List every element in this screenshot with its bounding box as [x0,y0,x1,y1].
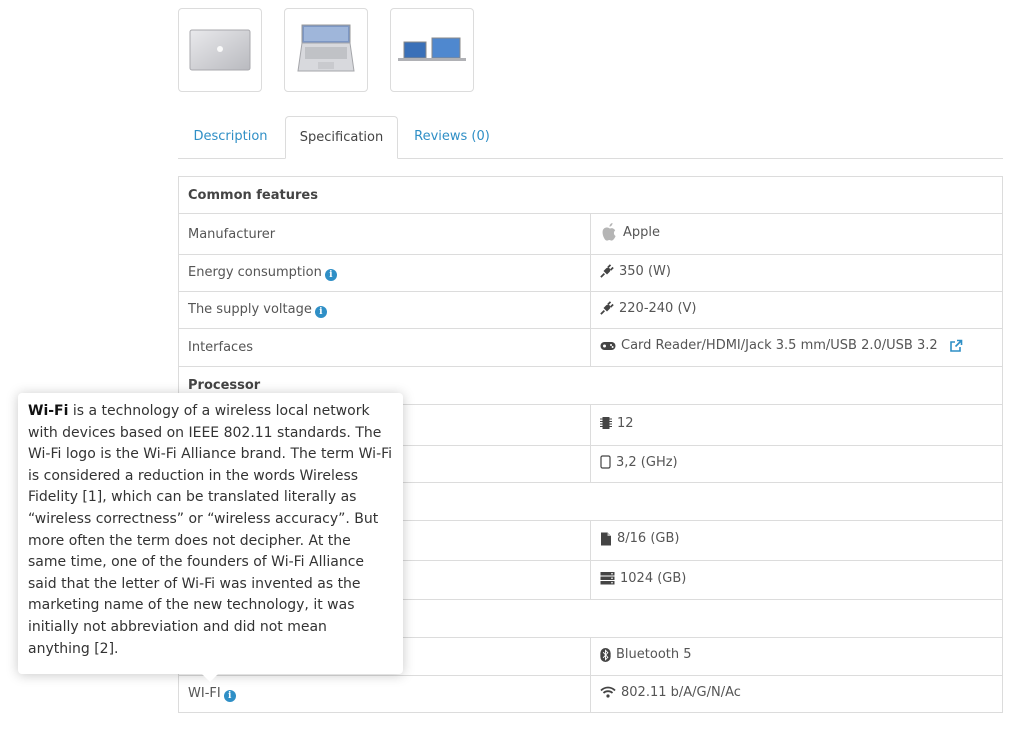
info-icon[interactable]: i [324,269,337,281]
group-title: Common features [178,176,1003,214]
spec-value-cell: 350 (W) [590,254,1003,292]
spec-value-cell: 8/16 (GB) [590,520,1003,561]
spec-value-cell: Apple [590,213,1003,255]
spec-value-cell: Card Reader/HDMI/Jack 3.5 mm/USB 2.0/USB… [590,328,1003,367]
wifi-info-tooltip: Wi-Fi is a technology of a wireless loca… [18,393,403,682]
spec-row-wifi: WI-FI i 802.11 b/A/G/N/Ac [178,675,1003,713]
tab-specification[interactable]: Specification [285,116,398,159]
spec-value-cell: 220-240 (V) [590,291,1003,329]
plug-icon [600,264,614,278]
product-tabs: Description Specification Reviews (0) [178,116,1003,159]
info-icon[interactable]: i [314,306,327,318]
laptop-open-image [297,24,355,72]
spec-name: Energy consumption [188,265,322,280]
thumbnail-laptop-lid[interactable] [178,8,262,92]
spec-row-interfaces: Interfaces Card Reader/HDMI/Jack 3.5 mm/… [178,328,1003,367]
spec-value: Card Reader/HDMI/Jack 3.5 mm/USB 2.0/USB… [621,338,938,354]
spec-value-cell: 12 [590,404,1003,446]
server-icon [600,572,615,585]
plug-icon [600,301,614,315]
spec-name: Interfaces [178,328,591,367]
spec-row-voltage: The supply voltage i 220-240 (V) [178,291,1003,329]
tab-description[interactable]: Description [178,116,283,159]
thumbnail-laptop-open[interactable] [284,8,368,92]
external-link-icon[interactable] [949,339,963,353]
spec-name: The supply voltage [188,302,312,317]
spec-value: 3,2 (GHz) [616,454,678,470]
file-icon [601,532,611,546]
bluetooth-icon [600,647,611,662]
tab-reviews[interactable]: Reviews (0) [408,116,496,159]
spec-value: 8/16 (GB) [617,531,680,547]
product-thumbnails [178,8,474,92]
spec-value-cell: 1024 (GB) [590,560,1003,600]
thumbnail-laptop-side[interactable] [390,8,474,92]
info-icon[interactable]: i [223,690,236,702]
spec-value: 220-240 (V) [619,300,697,316]
laptop-side-image [398,37,466,61]
chip-icon [600,417,612,430]
spec-row-manufacturer: Manufacturer Apple [178,213,1003,255]
tooltip-term: Wi-Fi [28,403,69,419]
spec-value: Bluetooth 5 [616,647,692,663]
spec-value-cell: 3,2 (GHz) [590,445,1003,483]
spec-value: Apple [623,224,661,240]
spec-value: 350 (W) [619,263,671,279]
tooltip-text: is a technology of a wireless local netw… [28,403,393,657]
spec-name: WI-FI [188,686,221,701]
group-row-common: Common features [178,176,1003,214]
spec-value-cell: 802.11 b/A/G/N/Ac [590,675,1003,713]
wifi-icon [600,686,616,698]
laptop-lid-image [189,29,251,71]
spec-value: 12 [617,415,634,431]
spec-value: 1024 (GB) [620,570,687,586]
apple-logo-icon [602,223,616,241]
spec-name: Manufacturer [178,213,591,255]
spec-value: 802.11 b/A/G/N/Ac [621,684,741,700]
gamepad-icon [600,341,616,350]
spec-row-energy: Energy consumption i 350 (W) [178,254,1003,292]
spec-value-cell: Bluetooth 5 [590,637,1003,676]
tablet-icon [600,455,611,469]
